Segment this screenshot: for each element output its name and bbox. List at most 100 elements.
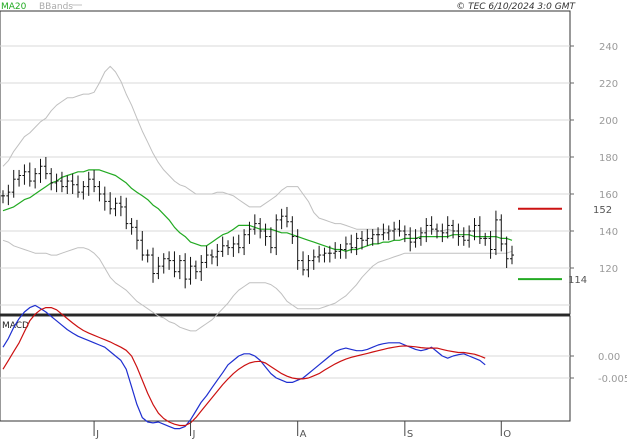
price-bar [365,229,370,246]
macd-path [2,304,486,430]
x-tick-label: J [95,429,99,440]
price-panel-frame [0,10,571,315]
price-bar [193,260,198,280]
price-bar [1,190,5,204]
price-bar [124,197,129,230]
price-bar [381,223,386,241]
price-bar [295,229,300,270]
price-bar [279,208,284,230]
macd-line [2,304,486,430]
price-bar [108,192,113,215]
price-y-tick-label: 180 [599,153,618,164]
price-bar [322,247,327,263]
price-bar [140,231,145,261]
macd-y-tick-label: 0.00 [598,352,620,363]
price-gridlines [0,45,570,306]
price-bar [113,197,118,217]
price-bar [172,251,177,278]
price-bar [236,234,241,254]
price-bar [161,253,166,274]
price-bar [129,218,134,235]
price-y-tick-label: 120 [599,264,618,275]
price-bar [177,255,182,280]
price-y-tick-label: 220 [599,79,618,90]
macd-y-axis: 0.00 -0.005 [570,352,627,385]
price-bar [311,249,316,270]
price-bars [1,157,514,289]
price-bar [167,251,172,270]
price-bar [43,157,48,180]
price-bar [38,158,43,183]
macd-y-tick-label: -0.005 [598,374,627,385]
price-bar [151,247,156,283]
price-bar [54,173,59,193]
ma20-path [2,169,513,252]
price-bar [59,171,64,193]
price-bar [242,229,247,256]
price-bar [376,227,381,244]
x-tick-label: J [192,429,196,440]
bbands-lower-path [2,239,513,332]
x-tick-label: S [407,429,413,440]
price-bar [354,232,359,256]
bbands-upper-line [2,65,512,232]
price-bar [274,214,279,256]
price-bar [81,181,86,200]
price-bar [510,245,514,265]
price-bar [493,210,498,256]
price-bar [424,218,429,243]
price-bar [215,243,220,267]
price-y-tick-label: 240 [599,42,618,53]
price-bar [488,231,493,259]
price-bar [231,236,236,257]
price-bar [204,245,209,268]
x-axis-ticks: JJASO [93,421,511,440]
price-bar [209,249,214,265]
price-bar [499,214,504,252]
price-bar [386,225,391,241]
price-bar [70,173,75,194]
price-bar [440,223,445,243]
price-y-tick-label: 200 [599,116,618,127]
price-bar [338,243,343,259]
price-y-tick-label: 160 [599,190,618,201]
price-bar [301,251,306,276]
signal-line [2,307,486,427]
price-bar [17,169,22,187]
price-y-tick-label: 140 [599,227,618,238]
price-levels: 152 114 [518,205,612,286]
price-bar [252,214,257,235]
price-bar [49,168,54,191]
price-bar [6,184,11,206]
ma20-line [2,169,513,252]
bbands-lower-line [2,239,513,332]
resistance-label: 152 [593,205,612,216]
x-tick-label: A [300,429,307,440]
price-bar [134,219,139,250]
price-bar [333,242,338,259]
price-bar [86,171,91,196]
price-bar [461,227,466,246]
price-bar [306,255,311,278]
price-bar [33,168,38,189]
support-label: 114 [568,275,587,286]
price-bar [226,240,231,256]
price-bar [284,206,289,228]
price-bar [188,256,193,285]
price-bar [220,236,225,257]
price-bar [429,216,434,235]
price-bar [483,232,488,246]
price-bar [317,245,322,263]
price-bar [343,236,348,259]
price-y-axis: 120 140 160 180 200 220 240 [570,42,618,275]
price-bar [477,216,482,244]
price-bar [290,216,295,244]
price-bar [92,169,97,193]
price-bar [263,223,268,246]
signal-path [2,307,486,427]
price-bar [445,216,450,239]
price-bar [183,253,188,289]
price-bar [118,195,123,217]
price-bar [65,175,70,194]
price-bar [22,164,27,185]
